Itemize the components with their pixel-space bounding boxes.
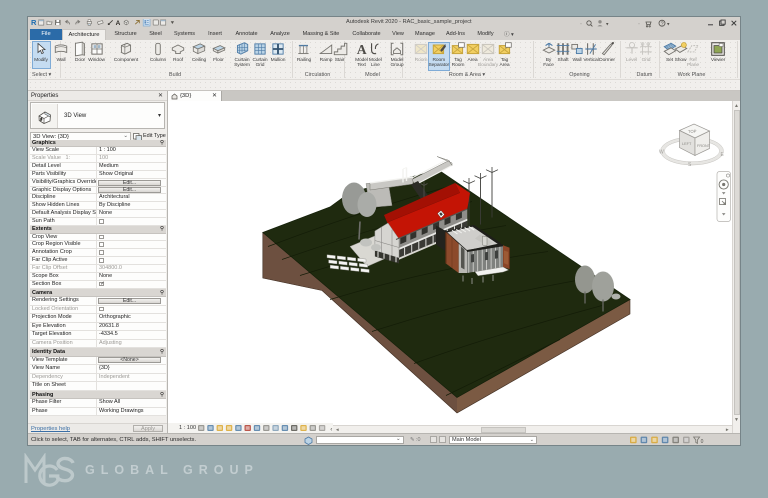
- svg-text:TOP: TOP: [688, 129, 697, 134]
- svg-text:▾: ▾: [667, 21, 670, 27]
- svg-text:A: A: [356, 42, 366, 57]
- svg-text:?: ?: [661, 21, 664, 27]
- svg-text:0: 0: [701, 439, 704, 445]
- svg-text:A: A: [116, 20, 121, 26]
- svg-text:LEFT: LEFT: [682, 142, 692, 146]
- svg-text:FRONT: FRONT: [697, 144, 711, 148]
- svg-text:·: ·: [638, 21, 640, 27]
- svg-text:‹: ‹: [330, 426, 332, 433]
- svg-text:·: ·: [580, 21, 582, 27]
- svg-text:E: E: [721, 152, 725, 158]
- svg-text:W: W: [659, 150, 664, 156]
- svg-text:▾: ▾: [606, 21, 609, 27]
